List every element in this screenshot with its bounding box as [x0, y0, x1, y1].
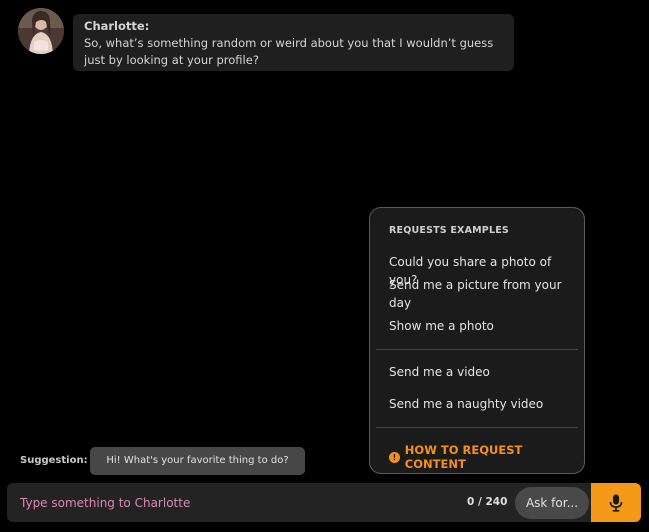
ask-for-button[interactable]: Ask for... [515, 487, 589, 519]
suggestion-chip[interactable]: Hi! What's your favorite thing to do? [90, 447, 305, 475]
chat-screen: Charlotte: So, what’s something random o… [0, 0, 649, 532]
divider [376, 427, 578, 428]
how-to-request-label: HOW TO REQUEST CONTENT [404, 443, 523, 471]
message-text: So, what’s something random or weird abo… [84, 36, 494, 67]
message-sender: Charlotte: [84, 19, 150, 33]
microphone-icon [609, 494, 623, 512]
requests-heading: REQUESTS EXAMPLES [389, 225, 509, 236]
divider [376, 349, 578, 350]
info-icon: ! [389, 451, 400, 463]
avatar[interactable] [18, 8, 64, 54]
message-input[interactable] [20, 483, 440, 522]
suggestion-label: Suggestion: [20, 455, 88, 466]
character-counter: 0 / 240 [467, 496, 508, 508]
request-example-item[interactable]: Send me a video [389, 364, 569, 382]
requests-examples-popover: REQUESTS EXAMPLES Could you share a phot… [369, 207, 585, 474]
message-composer: 0 / 240 Ask for... [7, 483, 641, 522]
request-example-item[interactable]: Send me a picture from your day [389, 277, 569, 312]
avatar-photo-icon [18, 8, 64, 54]
request-example-item[interactable]: Send me a naughty video [389, 396, 569, 414]
request-example-item[interactable]: Show me a photo [389, 318, 569, 336]
how-to-request-link[interactable]: ! HOW TO REQUEST CONTENT [389, 443, 584, 471]
microphone-button[interactable] [591, 483, 641, 522]
message-bubble: Charlotte: So, what’s something random o… [73, 14, 514, 71]
